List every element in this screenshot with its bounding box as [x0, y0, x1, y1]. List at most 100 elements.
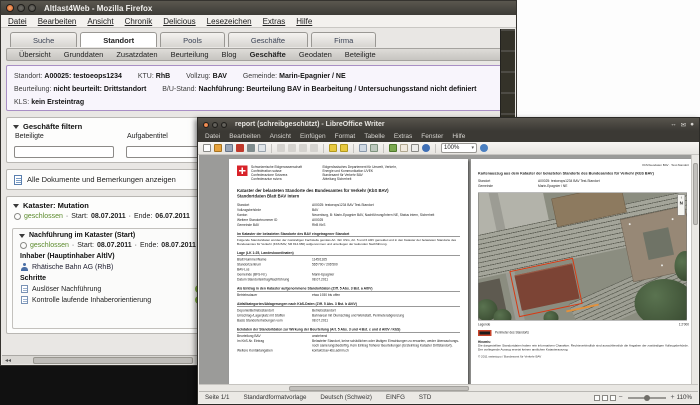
save-icon[interactable] — [225, 144, 233, 152]
status-language[interactable]: Deutsch (Schweiz) — [320, 394, 372, 401]
zoom-select[interactable]: 100% ▾ — [441, 143, 477, 153]
menu-bearbeiten[interactable]: Bearbeiten — [229, 133, 260, 140]
status-insert-mode[interactable]: EINFG — [386, 394, 405, 401]
status-style[interactable]: Standardformatvorlage — [243, 394, 306, 401]
maximize-button[interactable] — [28, 4, 36, 12]
close-button[interactable] — [6, 4, 14, 12]
cut-icon[interactable] — [277, 144, 285, 152]
menu-bearbeiten[interactable]: Bearbeiten — [38, 17, 77, 26]
roof-vent — [660, 263, 664, 267]
kataster-panel-header[interactable]: Kataster: Mutation — [7, 197, 215, 210]
menu-fenster[interactable]: Fenster — [421, 133, 443, 140]
format-paintbrush-icon[interactable] — [310, 144, 318, 152]
print-preview-icon[interactable] — [258, 144, 266, 152]
menu-hilfe[interactable]: Hilfe — [452, 133, 465, 140]
minimize-button[interactable] — [212, 121, 218, 128]
all-documents-link[interactable]: Alle Dokumente und Bemerkungen anzeigen — [27, 175, 176, 184]
document-page-1[interactable]: Schweizerische Eidgenossenschaft Confédé… — [229, 159, 468, 384]
collapse-triangle-icon — [13, 124, 19, 129]
scrollbar-thumb[interactable] — [33, 356, 194, 364]
subtab-blog[interactable]: Blog — [222, 50, 237, 59]
volume-icon[interactable]: ● — [690, 121, 694, 129]
document-page-2[interactable]: KbS/Geodaten BAV · Test-Standort Kartena… — [471, 159, 696, 384]
kataster-status-line: geschlossen · Start: 08.07.2011 · Ende: … — [7, 210, 215, 220]
zoom-in-icon[interactable]: + — [671, 394, 675, 401]
menu-delicious[interactable]: Delicious — [163, 17, 195, 26]
menu-ansicht[interactable]: Ansicht — [270, 133, 291, 140]
scroll-left-icon[interactable]: ◂◂ — [5, 357, 11, 364]
documents-panel: Alle Dokumente und Bemerkungen anzeigen — [6, 169, 216, 190]
new-document-icon[interactable] — [203, 144, 211, 152]
zoom-slider-thumb[interactable] — [643, 394, 650, 401]
print-icon[interactable] — [247, 144, 255, 152]
view-layout-controls: − + 110% — [594, 394, 692, 401]
subtab-beteiligte[interactable]: Beteiligte — [345, 50, 376, 59]
network-icon[interactable]: ↔ — [670, 121, 677, 129]
menu-datei[interactable]: Datei — [8, 17, 27, 26]
single-page-view-icon[interactable] — [594, 394, 601, 401]
beteiligte-input[interactable] — [14, 146, 114, 158]
step-link[interactable]: Auslöser Nachführung — [32, 286, 101, 293]
mail-icon[interactable]: ✉ — [681, 121, 686, 129]
info-value: Marin-Epagnier / NE — [279, 73, 346, 80]
table-icon[interactable] — [359, 144, 367, 152]
navigator-icon[interactable] — [422, 144, 430, 152]
writer-titlebar[interactable]: report (schreibgeschützt) - LibreOffice … — [198, 118, 699, 131]
menu-extras[interactable]: Extras — [394, 133, 412, 140]
subtab-zusatzdaten[interactable]: Zusatzdaten — [116, 50, 157, 59]
menu-datei[interactable]: Datei — [205, 133, 220, 140]
tab-pools[interactable]: Pools — [160, 32, 225, 47]
zoom-out-icon[interactable]: − — [618, 394, 622, 401]
document-horizontal-scrollbar[interactable] — [199, 384, 698, 391]
tab-geschaefte[interactable]: Geschäfte — [227, 32, 309, 47]
end-date: 08.07.2011 — [161, 242, 196, 249]
menu-hilfe[interactable]: Hilfe — [296, 17, 312, 26]
tab-firma[interactable]: Firma — [311, 32, 377, 47]
firefox-titlebar[interactable]: Altlast4Web - Mozilla Firefox — [1, 1, 516, 15]
menu-chronik[interactable]: Chronik — [125, 17, 153, 26]
redo-icon[interactable] — [340, 144, 348, 152]
export-pdf-icon[interactable] — [236, 144, 244, 152]
writer-toolbar: 100% ▾ — [198, 142, 699, 155]
document-vertical-scrollbar[interactable] — [691, 155, 698, 384]
inhaber-link[interactable]: Rhätische Bahn AG (RhB) — [32, 264, 113, 271]
subtab-beurteilung[interactable]: Beurteilung — [171, 50, 209, 59]
find-icon[interactable] — [411, 144, 419, 152]
open-icon[interactable] — [214, 144, 222, 152]
book-view-icon[interactable] — [610, 394, 617, 401]
start-label: Start: — [71, 213, 88, 220]
subtab-uebersicht[interactable]: Übersicht — [19, 50, 51, 59]
menu-format[interactable]: Format — [335, 133, 356, 140]
menu-einfuegen[interactable]: Einfügen — [300, 133, 326, 140]
maximize-button[interactable] — [221, 121, 227, 128]
chevron-down-icon: ▾ — [471, 145, 474, 151]
spellcheck-icon[interactable] — [389, 144, 397, 152]
undo-icon[interactable] — [329, 144, 337, 152]
separator: · — [134, 242, 137, 249]
close-button[interactable] — [203, 121, 209, 128]
menu-ansicht[interactable]: Ansicht — [87, 17, 113, 26]
step-link[interactable]: Kontrolle laufende Inhaberorientierung — [32, 297, 151, 304]
status-select-mode[interactable]: STD — [419, 394, 431, 401]
scrollbar-thumb[interactable] — [693, 163, 698, 225]
copy-icon[interactable] — [288, 144, 296, 152]
paste-icon[interactable] — [299, 144, 307, 152]
subtab-geschaefte[interactable]: Geschäfte — [250, 50, 286, 59]
minimize-button[interactable] — [17, 4, 25, 12]
menu-lesezeichen[interactable]: Lesezeichen — [207, 17, 252, 26]
multi-page-view-icon[interactable] — [602, 394, 609, 401]
section-heading: Als Eintrag in den Kataster aufgenommene… — [237, 287, 460, 292]
subtab-grunddaten[interactable]: Grunddaten — [64, 50, 104, 59]
tab-suche[interactable]: Suche — [10, 32, 78, 47]
zoom-slider[interactable] — [627, 394, 666, 401]
gallery-icon[interactable] — [400, 144, 408, 152]
nachfuehrung-header[interactable]: Nachführung im Kataster (Start) — [13, 229, 209, 239]
help-icon[interactable] — [480, 144, 488, 152]
filter-panel-header[interactable]: Geschäfte filtern — [7, 118, 215, 131]
subtab-geodaten[interactable]: Geodaten — [299, 50, 332, 59]
menu-extras[interactable]: Extras — [263, 17, 286, 26]
hyperlink-icon[interactable] — [370, 144, 378, 152]
menu-tabelle[interactable]: Tabelle — [364, 133, 385, 140]
tab-standort[interactable]: Standort — [80, 32, 158, 47]
zoom-percentage[interactable]: 110% — [677, 394, 692, 401]
